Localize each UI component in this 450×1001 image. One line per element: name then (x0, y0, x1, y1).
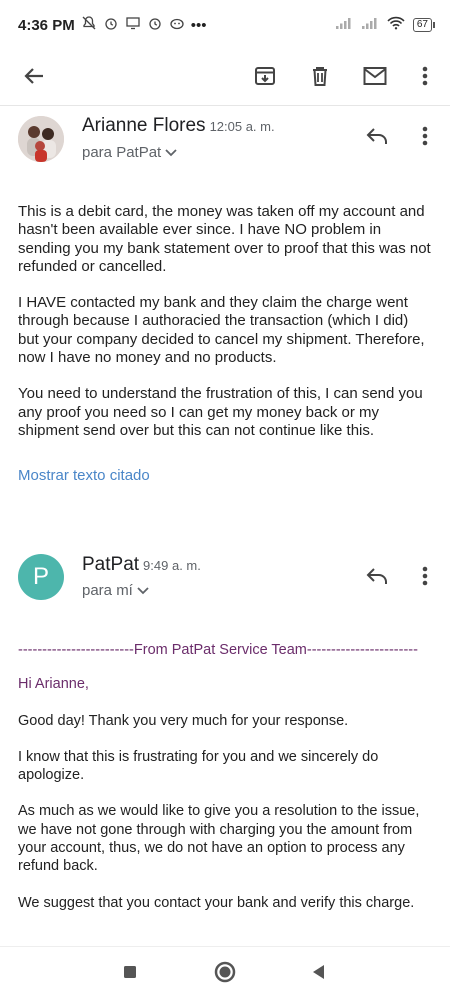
trash-icon (309, 65, 331, 92)
avatar[interactable]: P (18, 554, 64, 600)
message-body: This is a debit card, the money was take… (18, 203, 432, 440)
delete-button[interactable] (300, 58, 340, 98)
chevron-down-icon (165, 144, 177, 161)
more-vert-icon (422, 565, 428, 592)
body-paragraph: We suggest that you contact your bank an… (18, 894, 415, 911)
body-paragraph: You need to understand the frustration o… (18, 385, 423, 439)
clock: 4:36 PM (18, 16, 75, 34)
square-icon (123, 965, 137, 984)
archive-icon (254, 65, 276, 92)
archive-button[interactable] (245, 58, 285, 98)
signal-icon (361, 16, 379, 34)
body-paragraph: I know that this is frustrating for you … (18, 748, 379, 784)
back-button[interactable] (14, 58, 54, 98)
signature-divider: ------------------------From PatPat Serv… (18, 642, 418, 658)
more-vert-icon (422, 125, 428, 152)
triangle-back-icon (311, 964, 325, 985)
greeting: Hi Arianne, (18, 676, 89, 693)
mail-icon (363, 66, 387, 91)
reply-button[interactable] (357, 118, 397, 158)
body-paragraph: Good day! Thank you very much for your r… (18, 712, 349, 729)
recents-button[interactable] (112, 959, 148, 989)
avatar[interactable] (18, 116, 64, 162)
system-nav-bar (0, 946, 450, 1001)
screen-icon (125, 15, 141, 35)
body-paragraph: This is a debit card, the money was take… (18, 203, 431, 275)
chevron-down-icon (137, 582, 149, 599)
message-time: 9:49 a. m. (143, 558, 201, 573)
recipient-label: para PatPat (82, 144, 162, 161)
home-circle-icon (214, 961, 236, 988)
battery-indicator: 67 (412, 18, 436, 32)
body-paragraph: I HAVE contacted my bank and they claim … (18, 294, 425, 367)
alarm-icon (147, 15, 163, 35)
home-button[interactable] (207, 957, 243, 991)
message-more-button[interactable] (410, 558, 440, 598)
show-quoted-text-link[interactable]: Mostrar texto citado (18, 467, 150, 484)
sender-name: Arianne Flores (82, 115, 206, 136)
wifi-icon (387, 16, 405, 34)
email-toolbar (0, 50, 450, 106)
status-bar: 4:36 PM ••• 67 (0, 0, 450, 50)
back-nav-button[interactable] (300, 959, 336, 989)
message-more-button[interactable] (410, 118, 440, 158)
recipient-toggle[interactable]: para mí (82, 582, 149, 599)
reply-button[interactable] (357, 558, 397, 598)
reply-icon (366, 127, 388, 150)
mark-unread-button[interactable] (355, 58, 395, 98)
recipient-toggle[interactable]: para PatPat (82, 144, 177, 161)
message-body: ------------------------From PatPat Serv… (18, 641, 432, 912)
more-notifications-icon: ••• (190, 16, 207, 34)
more-vert-icon (422, 65, 428, 92)
sender-name: PatPat (82, 554, 140, 575)
silent-icon (81, 15, 97, 35)
signal-icon (335, 16, 353, 34)
profile-photo (18, 116, 64, 162)
recipient-label: para mí (82, 582, 133, 599)
body-paragraph: As much as we would like to give you a r… (18, 803, 420, 875)
more-options-button[interactable] (408, 58, 442, 98)
message-time: 12:05 a. m. (209, 119, 275, 134)
app-notification-icon (169, 15, 185, 35)
arrow-back-icon (23, 65, 45, 92)
alarm-icon (103, 15, 119, 35)
reply-icon (366, 567, 388, 590)
